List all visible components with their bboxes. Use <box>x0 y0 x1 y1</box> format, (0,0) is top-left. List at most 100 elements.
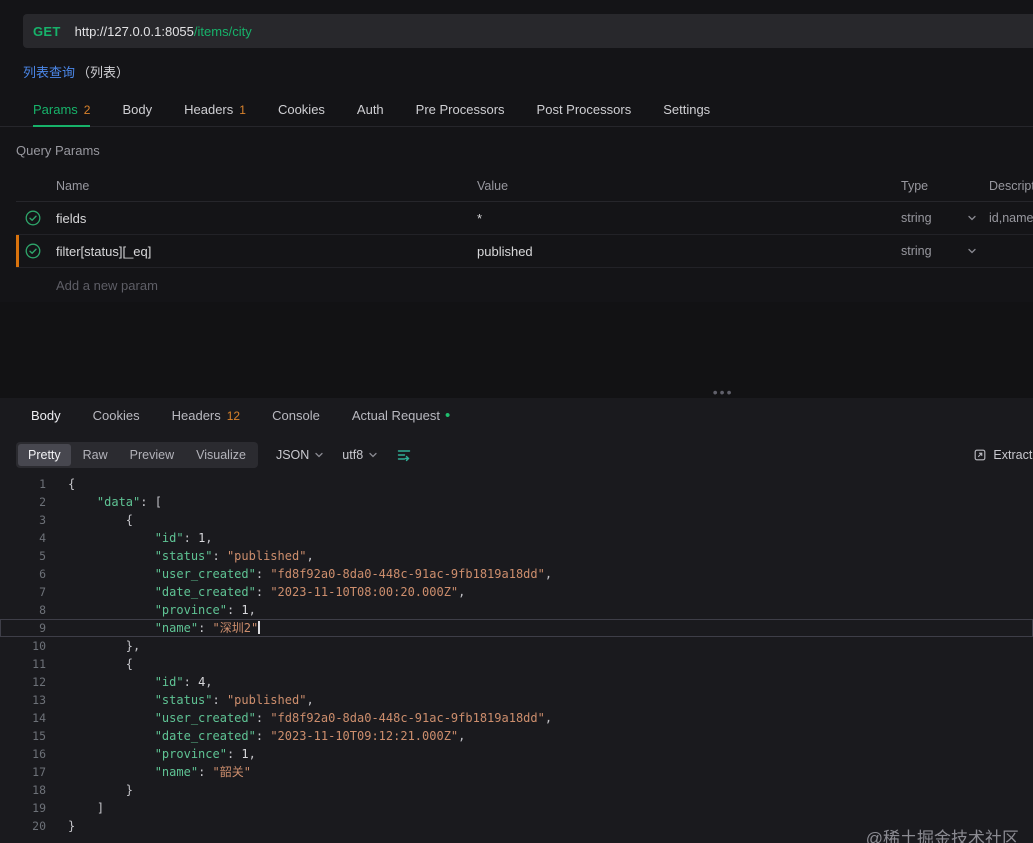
param-enabled-toggle[interactable] <box>16 210 56 226</box>
token-pun: : <box>198 621 212 635</box>
token-ws <box>68 621 155 635</box>
encoding-dropdown-label: utf8 <box>342 448 363 462</box>
tab-label: Actual Request <box>352 408 440 423</box>
param-rows: fields*stringid,namefilter[status][_eq]p… <box>16 202 1033 268</box>
code-line[interactable]: 3 { <box>0 511 1033 529</box>
code-line[interactable]: 6 "user_created": "fd8f92a0-8da0-448c-91… <box>0 565 1033 583</box>
add-param-row[interactable]: Add a new param <box>16 268 1033 302</box>
format-icon <box>396 447 412 463</box>
response-panel: Body Cookies Headers12 Console Actual Reques… <box>0 398 1033 843</box>
encoding-dropdown[interactable]: utf8 <box>342 448 378 462</box>
param-name-cell[interactable]: filter[status][_eq] <box>56 244 477 259</box>
param-name-cell[interactable]: fields <box>56 211 477 226</box>
token-key: "province" <box>155 747 227 761</box>
code-line[interactable]: 16 "province": 1, <box>0 745 1033 763</box>
line-number: 19 <box>0 799 46 817</box>
token-ws <box>68 801 97 815</box>
response-toolbar: PrettyRawPreviewVisualize JSON utf8 Extr… <box>0 436 1033 474</box>
token-pun: , <box>205 675 212 689</box>
url-input[interactable]: http://127.0.0.1:8055/items/city <box>75 24 252 39</box>
header-type: Type <box>901 179 989 193</box>
tab-body[interactable]: Body <box>31 398 61 433</box>
view-preview-button[interactable]: Preview <box>120 444 184 466</box>
code-line[interactable]: 11 { <box>0 655 1033 673</box>
code-lines: 1{2 "data": [3 {4 "id": 1,5 "status": "p… <box>0 475 1033 835</box>
token-pun: : <box>198 765 212 779</box>
code-line[interactable]: 14 "user_created": "fd8f92a0-8da0-448c-9… <box>0 709 1033 727</box>
tab-body[interactable]: Body <box>122 93 152 126</box>
code-line[interactable]: 4 "id": 1, <box>0 529 1033 547</box>
code-text: { <box>46 511 133 529</box>
tab-params[interactable]: Params2 <box>33 93 90 126</box>
param-value-cell[interactable]: published <box>477 244 901 259</box>
param-type-select[interactable]: string <box>901 211 989 225</box>
code-line[interactable]: 5 "status": "published", <box>0 547 1033 565</box>
param-value-cell[interactable]: * <box>477 211 901 226</box>
tab-auth[interactable]: Auth <box>357 93 384 126</box>
line-number: 15 <box>0 727 46 745</box>
token-pun: , <box>205 531 212 545</box>
line-number: 18 <box>0 781 46 799</box>
param-type-label: string <box>901 244 932 258</box>
tab-cookies[interactable]: Cookies <box>93 398 140 433</box>
param-type-label: string <box>901 211 932 225</box>
line-number: 20 <box>0 817 46 835</box>
code-line[interactable]: 19 ] <box>0 799 1033 817</box>
view-pretty-button[interactable]: Pretty <box>18 444 71 466</box>
tab-actual-request[interactable]: Actual Request• <box>352 398 450 433</box>
view-raw-button[interactable]: Raw <box>73 444 118 466</box>
token-pun: { <box>126 657 133 671</box>
token-str: "fd8f92a0-8da0-448c-91ac-9fb1819a18dd" <box>270 711 545 725</box>
tab-label: Body <box>31 408 61 423</box>
code-line[interactable]: 8 "province": 1, <box>0 601 1033 619</box>
tab-post-processors[interactable]: Post Processors <box>537 93 632 126</box>
response-body-editor[interactable]: 1{2 "data": [3 {4 "id": 1,5 "status": "p… <box>0 474 1033 843</box>
token-ws <box>68 495 97 509</box>
view-visualize-button[interactable]: Visualize <box>186 444 256 466</box>
token-key: "data" <box>97 495 140 509</box>
line-number: 4 <box>0 529 46 547</box>
tab-headers[interactable]: Headers12 <box>172 398 241 433</box>
token-str: "published" <box>227 549 306 563</box>
token-ws <box>68 765 155 779</box>
tab-settings[interactable]: Settings <box>663 93 710 126</box>
tab-pre-processors[interactable]: Pre Processors <box>416 93 505 126</box>
tab-console[interactable]: Console <box>272 398 320 433</box>
tab-headers[interactable]: Headers1 <box>184 93 246 126</box>
code-line[interactable]: 18 } <box>0 781 1033 799</box>
code-line[interactable]: 12 "id": 4, <box>0 673 1033 691</box>
method-badge[interactable]: GET <box>23 24 75 39</box>
token-key: "user_created" <box>155 711 256 725</box>
token-ws <box>68 693 155 707</box>
token-pun: : <box>227 603 241 617</box>
token-ws <box>68 783 126 797</box>
panel-resize-handle[interactable]: ••• <box>0 388 1033 398</box>
breadcrumb-link[interactable]: 列表查询 <box>23 62 75 81</box>
table-header: Name Value Type Description <box>16 170 1033 202</box>
param-enabled-toggle[interactable] <box>16 243 56 259</box>
token-pun: : <box>184 531 198 545</box>
extraction-label: Extraction <box>993 448 1033 462</box>
code-line[interactable]: 15 "date_created": "2023-11-10T09:12:21.… <box>0 727 1033 745</box>
code-line[interactable]: 9 "name": "深圳2" <box>0 619 1033 637</box>
url-base: http://127.0.0.1:8055 <box>75 24 194 39</box>
code-line[interactable]: 2 "data": [ <box>0 493 1033 511</box>
token-pun: : [ <box>140 495 162 509</box>
line-number: 11 <box>0 655 46 673</box>
code-line[interactable]: 1{ <box>0 475 1033 493</box>
param-description-cell[interactable]: id,name <box>989 211 1033 225</box>
code-line[interactable]: 17 "name": "韶关" <box>0 763 1033 781</box>
token-ws <box>68 657 126 671</box>
code-line[interactable]: 13 "status": "published", <box>0 691 1033 709</box>
line-number: 2 <box>0 493 46 511</box>
format-button[interactable] <box>396 447 412 463</box>
language-dropdown[interactable]: JSON <box>276 448 324 462</box>
line-number: 3 <box>0 511 46 529</box>
extraction-button[interactable]: Extraction <box>973 448 1033 462</box>
tab-cookies[interactable]: Cookies <box>278 93 325 126</box>
token-str: "2023-11-10T08:00:20.000Z" <box>270 585 458 599</box>
token-pun: : <box>213 693 227 707</box>
code-line[interactable]: 10 }, <box>0 637 1033 655</box>
param-type-select[interactable]: string <box>901 244 989 258</box>
code-line[interactable]: 7 "date_created": "2023-11-10T08:00:20.0… <box>0 583 1033 601</box>
